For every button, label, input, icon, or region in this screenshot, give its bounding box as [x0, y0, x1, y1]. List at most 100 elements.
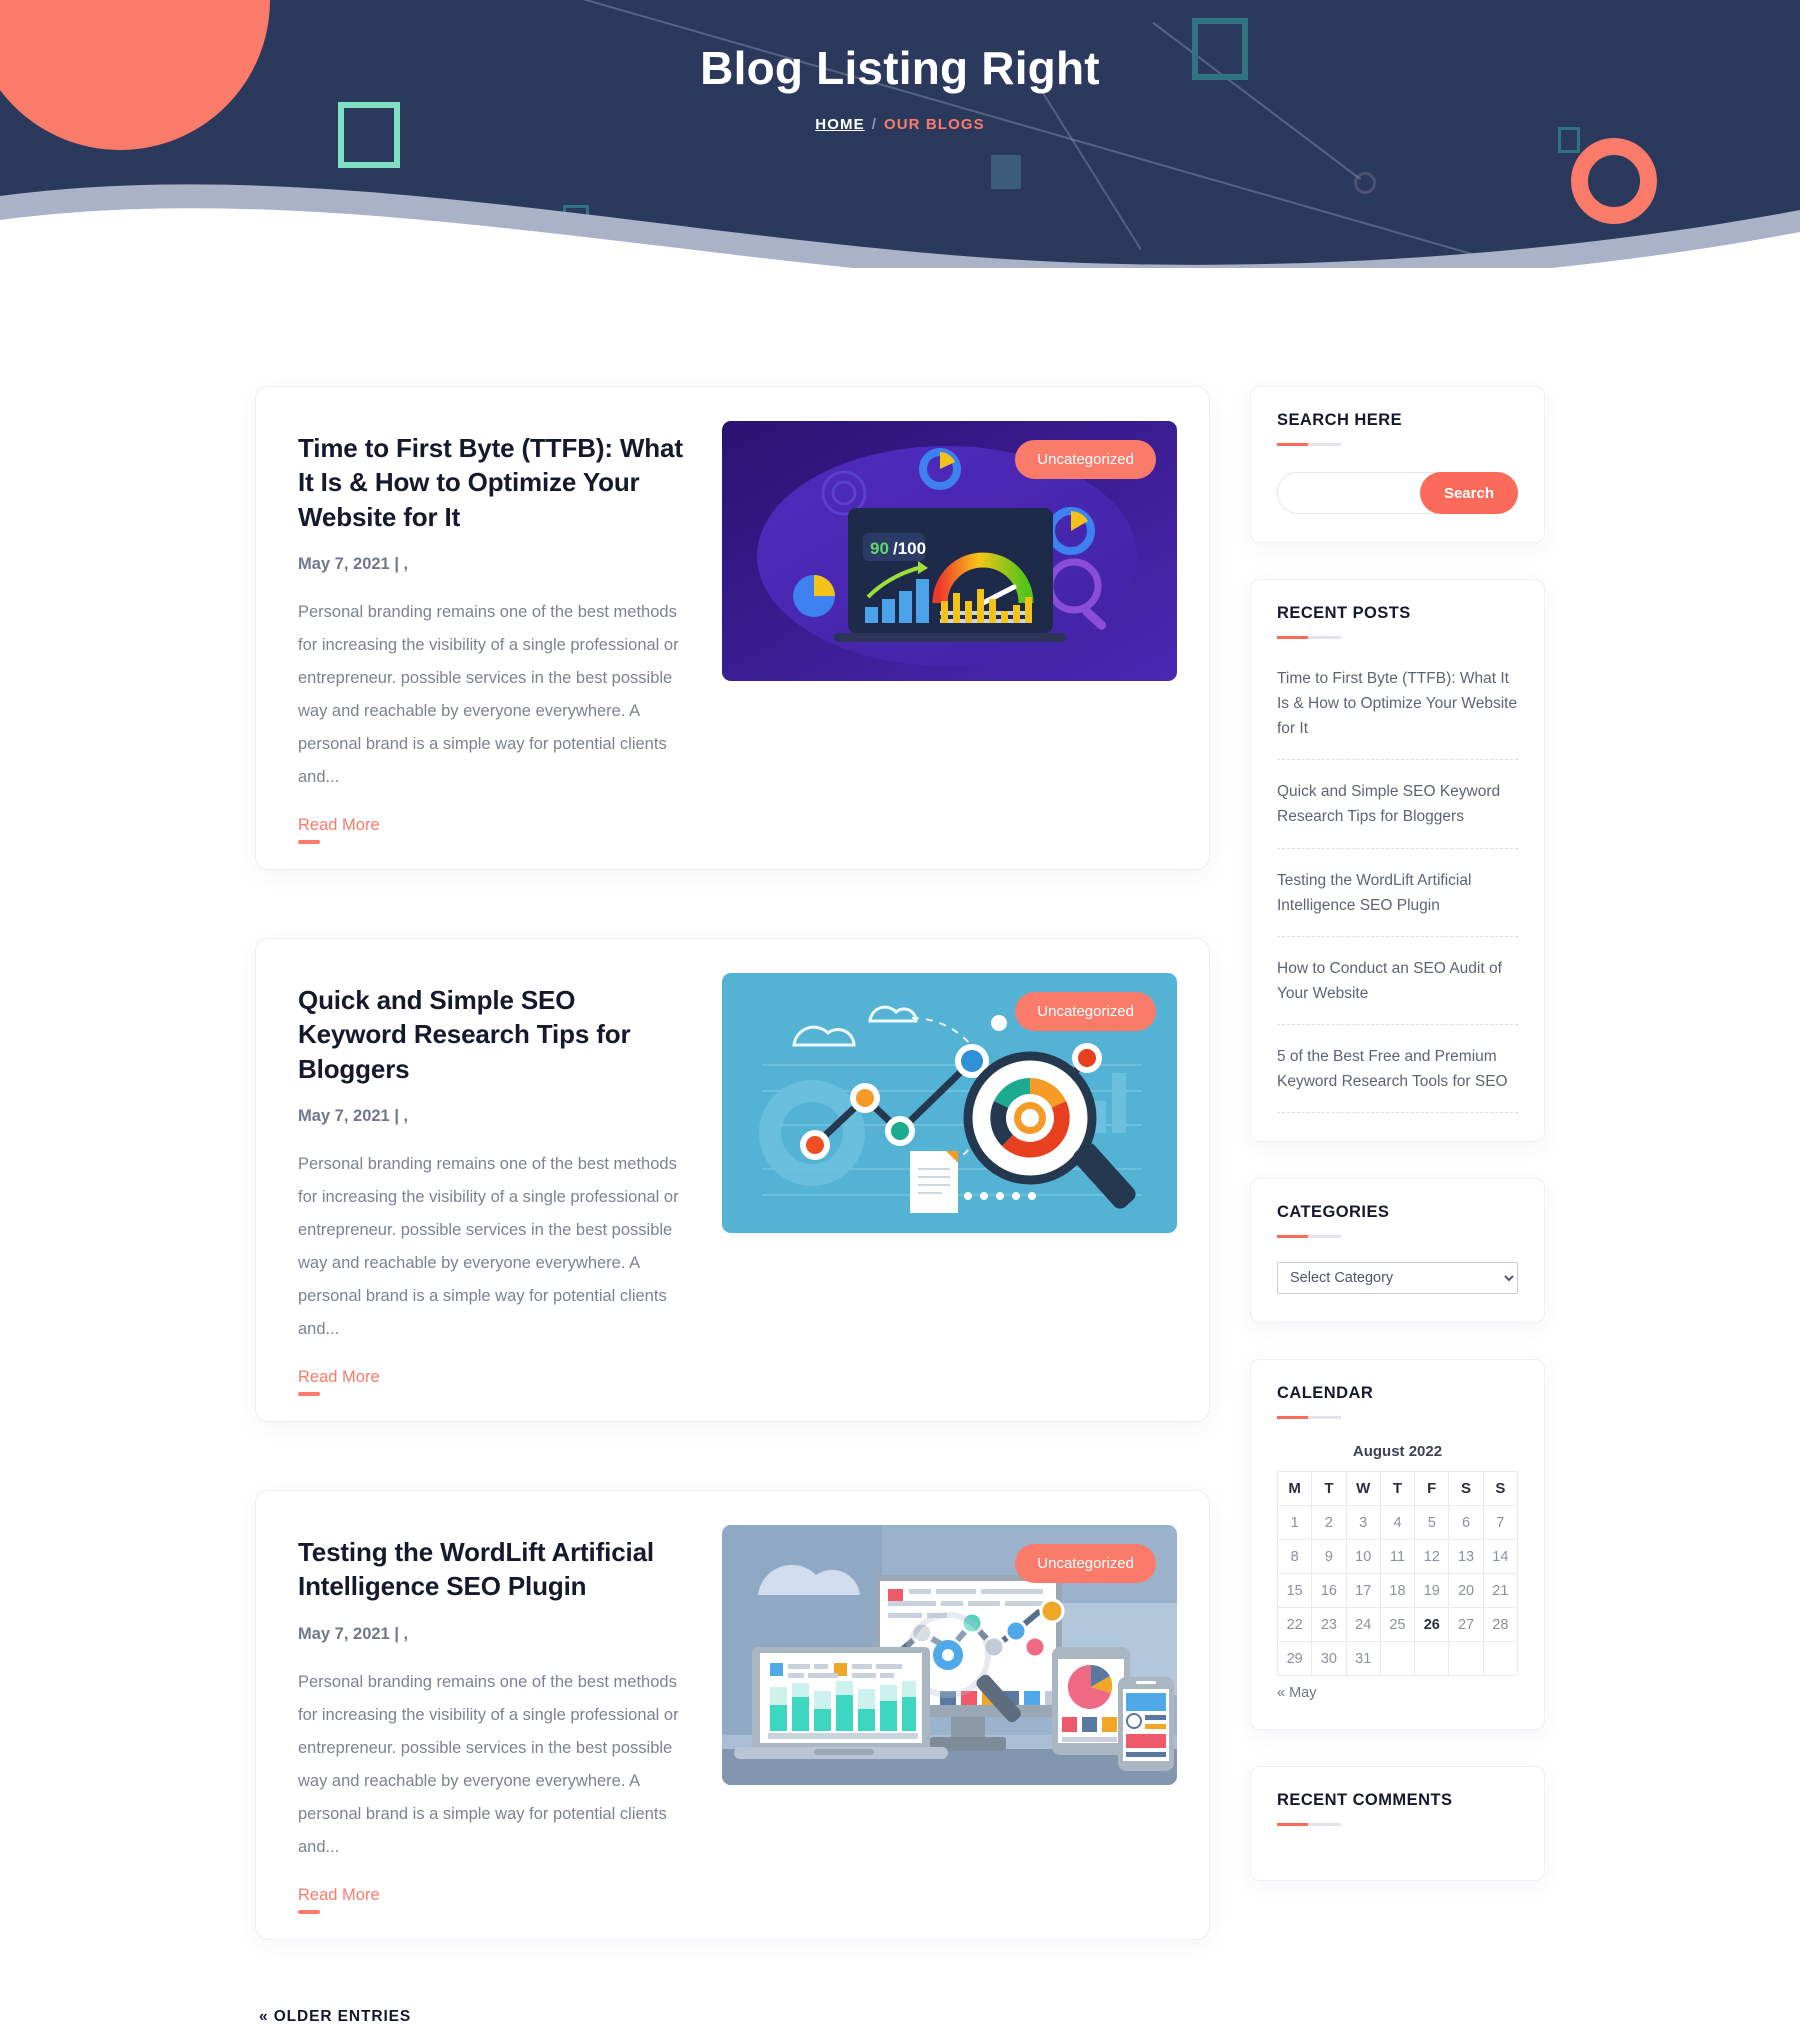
calendar-day: 27 — [1448, 1607, 1484, 1643]
calendar-day: 20 — [1448, 1573, 1484, 1609]
widget-search: SEARCH HERE Search — [1250, 386, 1545, 543]
widget-calendar: CALENDAR August 2022 M T W T F S S 1 2 3… — [1250, 1359, 1545, 1731]
calendar-day: 10 — [1345, 1539, 1381, 1575]
post-title[interactable]: Quick and Simple SEO Keyword Research Ti… — [298, 983, 690, 1086]
page-hero: Blog Listing Right HOME / OUR BLOGS — [0, 0, 1800, 268]
post-title[interactable]: Time to First Byte (TTFB): What It Is & … — [298, 431, 690, 534]
widget-title-recent-comments: RECENT COMMENTS — [1277, 1791, 1453, 1810]
older-entries-link[interactable]: « OLDER ENTRIES — [259, 2008, 411, 2025]
calendar-caption: August 2022 — [1352, 1443, 1443, 1461]
calendar-day: 23 — [1311, 1607, 1347, 1643]
calendar-day: 12 — [1414, 1539, 1450, 1575]
widget-underline — [1277, 1416, 1341, 1420]
calendar-week-row: 1 2 3 4 5 6 7 — [1276, 1505, 1519, 1541]
list-item[interactable]: Quick and Simple SEO Keyword Research Ti… — [1277, 760, 1518, 849]
blog-post-list: Time to First Byte (TTFB): What It Is & … — [255, 386, 1210, 2026]
read-more-link[interactable]: Read More — [298, 1368, 380, 1396]
calendar-day: 9 — [1311, 1539, 1347, 1575]
post-featured-image[interactable]: Uncategorized — [722, 972, 1177, 1233]
post-excerpt: Personal branding remains one of the bes… — [298, 1672, 679, 1856]
calendar-prev-month-link[interactable]: « May — [1277, 1685, 1317, 1701]
calendar-table: M T W T F S S 1 2 3 4 5 6 7 8 9 10 11 12… — [1276, 1471, 1519, 1677]
calendar-week-row: 8 9 10 11 12 13 14 — [1276, 1539, 1519, 1575]
calendar-day: 22 — [1276, 1607, 1313, 1643]
calendar-day: 17 — [1345, 1573, 1381, 1609]
calendar-day: 14 — [1482, 1539, 1519, 1575]
post-category-badge[interactable]: Uncategorized — [1015, 1543, 1156, 1583]
calendar-weekday: M — [1276, 1471, 1313, 1507]
search-button[interactable]: Search — [1419, 472, 1518, 514]
widget-title-recent-posts: RECENT POSTS — [1277, 604, 1411, 622]
widget-recent-posts: RECENT POSTS Time to First Byte (TTFB): … — [1250, 579, 1545, 1143]
calendar-day: 6 — [1448, 1505, 1484, 1541]
read-more-link[interactable]: Read More — [298, 816, 380, 844]
post-meta-date: May 7, 2021 | , — [298, 554, 409, 573]
calendar-weekday: T — [1379, 1471, 1416, 1507]
calendar-weekday-row: M T W T F S S — [1276, 1471, 1519, 1507]
calendar-weekday: S — [1448, 1471, 1484, 1507]
calendar-day: 16 — [1311, 1573, 1347, 1609]
category-select[interactable]: Select Category — [1277, 1262, 1518, 1295]
list-item[interactable]: Testing the WordLift Artificial Intellig… — [1277, 849, 1518, 937]
page-body: Time to First Byte (TTFB): What It Is & … — [0, 268, 1800, 2026]
widget-underline — [1277, 1235, 1341, 1239]
recent-post-link[interactable]: Time to First Byte (TTFB): What It Is & … — [1277, 666, 1518, 741]
post-featured-image[interactable]: 90 /100 Uncategorized — [722, 421, 1177, 681]
read-more-link[interactable]: Read More — [298, 1886, 380, 1914]
post-excerpt: Personal branding remains one of the bes… — [298, 1154, 679, 1338]
recent-posts-list: Time to First Byte (TTFB): What It Is & … — [1277, 647, 1518, 1114]
post-category-badge[interactable]: Uncategorized — [1015, 440, 1156, 479]
post-meta-date: May 7, 2021 | , — [298, 1624, 409, 1643]
svg-text:90: 90 — [870, 539, 889, 558]
widget-categories: CATEGORIES Select Category — [1250, 1178, 1545, 1324]
post-title[interactable]: Testing the WordLift Artificial Intellig… — [298, 1535, 690, 1604]
widget-title-calendar: CALENDAR — [1277, 1384, 1374, 1403]
post-category-badge[interactable]: Uncategorized — [1015, 991, 1156, 1031]
calendar-day: 3 — [1345, 1505, 1381, 1541]
breadcrumb: HOME / OUR BLOGS — [0, 116, 1800, 133]
breadcrumb-separator: / — [871, 115, 877, 133]
calendar-weekday: T — [1311, 1471, 1347, 1507]
calendar-day: 25 — [1379, 1607, 1416, 1643]
widget-underline — [1277, 1823, 1341, 1827]
calendar-day: 2 — [1311, 1505, 1347, 1541]
calendar-week-row: 22 23 24 25 26 27 28 — [1276, 1607, 1519, 1643]
calendar-day: 1 — [1276, 1505, 1313, 1541]
blog-post-card[interactable]: Time to First Byte (TTFB): What It Is & … — [255, 386, 1210, 870]
calendar-day: 13 — [1448, 1539, 1484, 1575]
widget-title-categories: CATEGORIES — [1277, 1203, 1390, 1222]
post-excerpt: Personal branding remains one of the bes… — [298, 602, 679, 786]
calendar-day: 29 — [1276, 1641, 1313, 1677]
breadcrumb-current: OUR BLOGS — [883, 115, 985, 133]
post-featured-image[interactable]: Uncategorized — [722, 1524, 1177, 1785]
calendar-day: 30 — [1311, 1641, 1347, 1677]
calendar-day-today: 26 — [1414, 1607, 1450, 1643]
widget-title-search: SEARCH HERE — [1277, 411, 1403, 429]
calendar-day-empty — [1482, 1641, 1519, 1677]
recent-post-link[interactable]: 5 of the Best Free and Premium Keyword R… — [1277, 1044, 1518, 1094]
calendar-day: 21 — [1482, 1573, 1519, 1609]
calendar-day: 24 — [1345, 1607, 1381, 1643]
calendar-week-row: 29 30 31 — [1276, 1641, 1519, 1677]
breadcrumb-home-link[interactable]: HOME — [815, 116, 864, 133]
post-meta-date: May 7, 2021 | , — [298, 1106, 409, 1125]
widget-recent-comments: RECENT COMMENTS — [1250, 1766, 1545, 1882]
blog-post-card[interactable]: Testing the WordLift Artificial Intellig… — [255, 1489, 1210, 1940]
calendar-day-empty — [1379, 1641, 1416, 1677]
blog-post-card[interactable]: Quick and Simple SEO Keyword Research Ti… — [255, 937, 1210, 1422]
recent-post-link[interactable]: Quick and Simple SEO Keyword Research Ti… — [1277, 779, 1518, 829]
hero-wave-divider — [0, 150, 1800, 268]
list-item[interactable]: How to Conduct an SEO Audit of Your Webs… — [1277, 937, 1518, 1025]
calendar-day: 8 — [1276, 1539, 1313, 1575]
calendar-nav: « May — [1277, 1685, 1518, 1701]
list-item[interactable]: Time to First Byte (TTFB): What It Is & … — [1277, 647, 1518, 761]
calendar-weekday: F — [1414, 1471, 1450, 1507]
calendar-day: 28 — [1482, 1607, 1519, 1643]
list-item[interactable]: 5 of the Best Free and Premium Keyword R… — [1277, 1025, 1518, 1114]
calendar-day: 18 — [1379, 1573, 1416, 1609]
calendar-day: 4 — [1379, 1505, 1416, 1541]
sidebar: SEARCH HERE Search RECENT POSTS Time to … — [1250, 386, 1545, 1917]
recent-post-link[interactable]: How to Conduct an SEO Audit of Your Webs… — [1277, 956, 1518, 1006]
calendar-week-row: 15 16 17 18 19 20 21 — [1276, 1573, 1519, 1609]
recent-post-link[interactable]: Testing the WordLift Artificial Intellig… — [1277, 868, 1518, 918]
